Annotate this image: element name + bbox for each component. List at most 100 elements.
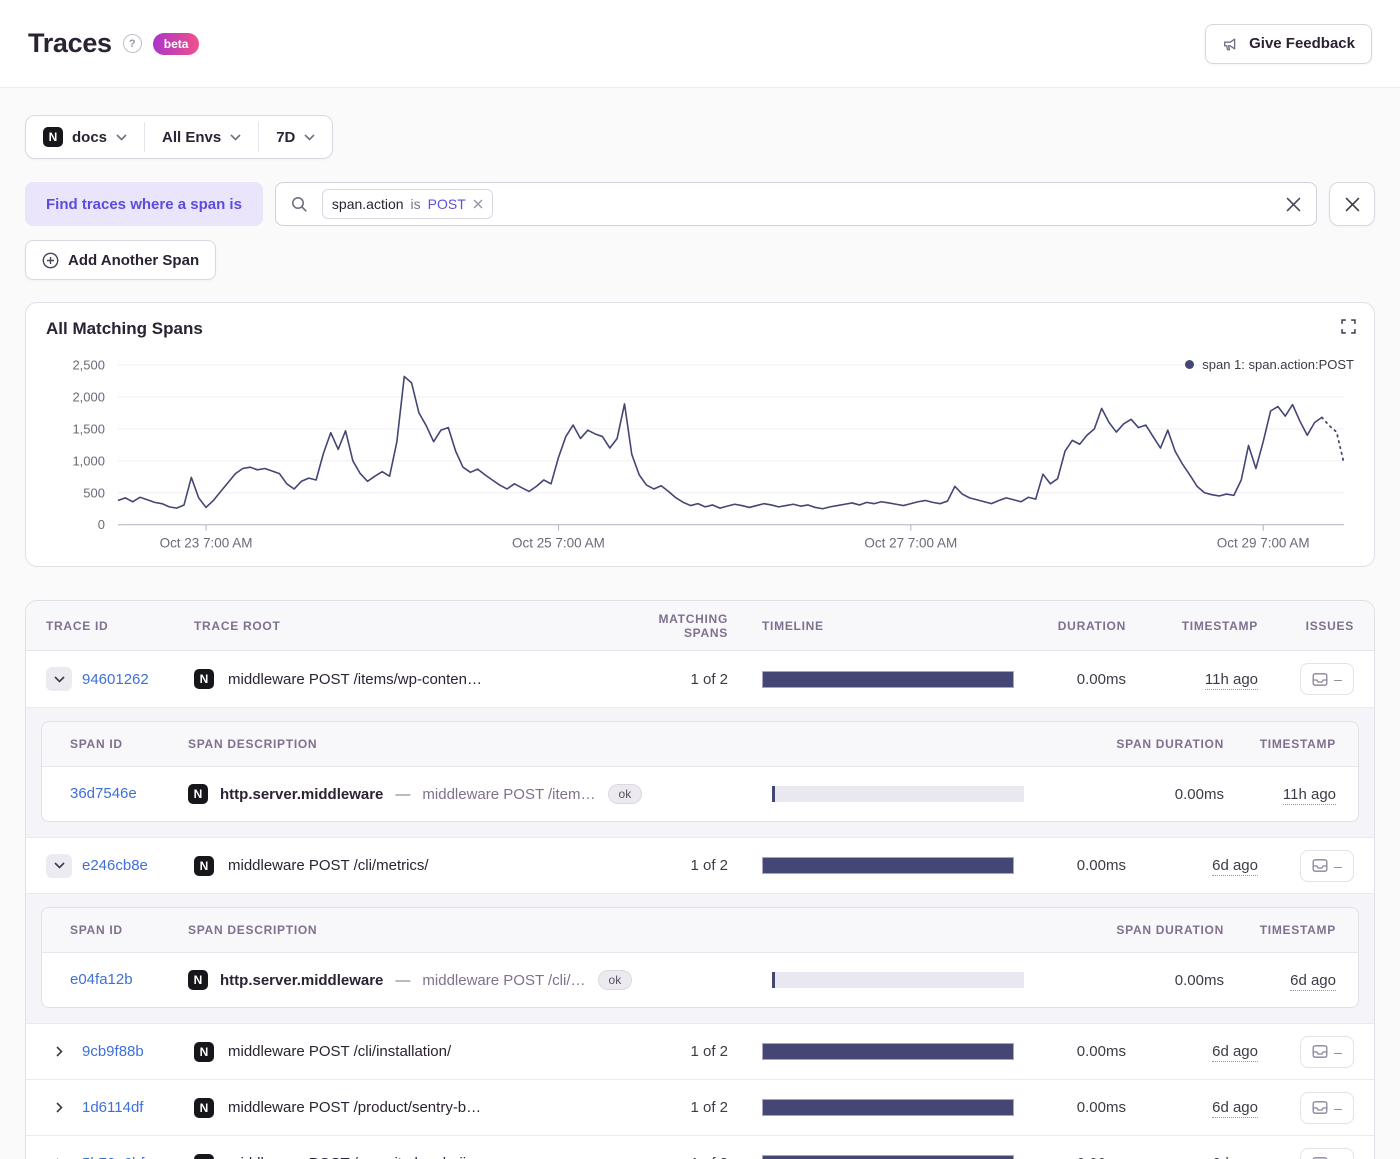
span-timeline-bar [772, 786, 1024, 802]
remove-token-icon[interactable] [473, 199, 483, 209]
spans-line-chart[interactable]: 0 500 1,000 1,500 2,000 2,500 Oct 23 7:00 AM Oc… [46, 351, 1354, 557]
search-token[interactable]: span.action is POST [321, 189, 493, 219]
remove-span-condition-button[interactable] [1329, 182, 1375, 226]
help-icon[interactable]: ? [122, 34, 142, 53]
trace-timeline-bar [762, 1099, 1014, 1116]
span-timestamp-value[interactable]: 11h ago [1282, 785, 1336, 805]
trace-timestamp-value[interactable]: 6d ago [1212, 1043, 1258, 1062]
trace-row: 94601262 N middleware POST /items/wp-con… [26, 651, 1374, 707]
trace-id-link[interactable]: e246cb8e [82, 857, 148, 874]
span-table: SPAN ID SPAN DESCRIPTION SPAN DURATION T… [41, 907, 1359, 1008]
trace-duration-value: 0.00ms [1076, 857, 1126, 874]
trace-root-label: middleware POST /cli/installation/ [228, 1043, 452, 1060]
trace-id-link[interactable]: 5b72a6bf [82, 1155, 145, 1159]
span-id-link[interactable]: 36d7546e [70, 785, 137, 802]
trace-duration-value: 0.00ms [1076, 1043, 1126, 1060]
span-query-row: Find traces where a span is span.action … [25, 182, 1375, 226]
nextjs-project-icon: N [194, 855, 214, 876]
expand-toggle[interactable] [46, 853, 72, 878]
nextjs-project-icon: N [43, 127, 63, 147]
issues-button[interactable]: – [1300, 1091, 1354, 1124]
span-search-input[interactable]: span.action is POST [274, 182, 1317, 226]
page-title: Traces [28, 28, 112, 58]
trace-id-link[interactable]: 94601262 [82, 671, 149, 688]
nextjs-project-icon: N [188, 970, 208, 990]
beta-badge: beta [152, 32, 200, 55]
span-table-rows: 36d7546e N http.server.middleware — midd… [42, 767, 1358, 821]
chevron-down-icon [116, 133, 127, 141]
span-col-header: SPAN DESCRIPTION [188, 737, 318, 751]
clear-search-button[interactable] [1286, 197, 1301, 212]
nextjs-project-icon: N [194, 669, 214, 689]
trace-table: TRACE ID TRACE ROOT MATCHING SPANS TIMEL… [25, 600, 1375, 1159]
issues-button[interactable]: – [1300, 1147, 1354, 1159]
col-header-trace-id: TRACE ID [46, 618, 109, 633]
span-table-header: SPAN ID SPAN DESCRIPTION SPAN DURATION T… [42, 722, 1358, 767]
matching-spans-chart-panel: All Matching Spans span 1: span.action:P… [25, 302, 1375, 567]
expand-toggle[interactable] [46, 1152, 72, 1159]
search-token-operator: is [410, 196, 421, 212]
trace-timestamp-value[interactable]: 6d ago [1212, 1099, 1258, 1118]
svg-text:Oct 25 7:00 AM: Oct 25 7:00 AM [512, 536, 605, 551]
time-period-selector[interactable]: 7D [259, 116, 332, 158]
trace-row: 5b72a6bf N middleware POST /security-leg… [26, 1135, 1374, 1159]
search-icon [291, 196, 308, 213]
span-id-link[interactable]: e04fa12b [70, 971, 133, 988]
span-timestamp-value[interactable]: 6d ago [1290, 971, 1336, 991]
trace-timestamp-value[interactable]: 11h ago [1204, 670, 1258, 690]
trace-id-link[interactable]: 9cb9f88b [82, 1043, 144, 1060]
span-col-header: TIMESTAMP [1259, 923, 1336, 937]
expand-toggle[interactable] [46, 667, 72, 691]
project-selector[interactable]: N docs [26, 116, 144, 158]
span-desc-label: middleware POST /cli/… [422, 971, 586, 989]
add-another-span-label: Add Another Span [68, 251, 200, 269]
col-header-duration: DURATION [1057, 618, 1126, 633]
issues-tray-icon [1312, 1045, 1328, 1058]
filter-bar: N docs All Envs 7D [25, 115, 334, 159]
find-traces-label: Find traces where a span is [25, 182, 263, 226]
issues-button[interactable]: – [1300, 1035, 1354, 1068]
expand-toggle[interactable] [46, 1040, 72, 1064]
trace-timeline-bar [762, 1043, 1014, 1060]
trace-timeline-bar [762, 670, 1014, 688]
matching-spans-count: 1 of 2 [690, 857, 728, 874]
trace-duration-value: 0.00ms [1076, 1099, 1126, 1116]
issues-empty-dash: – [1334, 1156, 1342, 1159]
svg-text:1,000: 1,000 [72, 453, 104, 468]
legend-label: span 1: span.action:POST [1202, 357, 1354, 372]
span-timeline-bar [772, 972, 1024, 988]
chevron-icon [55, 1046, 63, 1057]
issues-empty-dash: – [1334, 1099, 1342, 1116]
trace-table-header: TRACE ID TRACE ROOT MATCHING SPANS TIMEL… [26, 601, 1374, 651]
trace-id-link[interactable]: 1d6114df [82, 1099, 143, 1116]
trace-duration-value: 0.00ms [1014, 1155, 1126, 1159]
trace-timeline-bar [762, 1155, 1014, 1159]
chevron-down-icon [304, 133, 315, 141]
chart-legend-item[interactable]: span 1: span.action:POST [1185, 357, 1354, 372]
span-row: e04fa12b N http.server.middleware — midd… [42, 953, 1358, 1007]
nextjs-project-icon: N [194, 1041, 214, 1062]
issues-button[interactable]: – [1300, 663, 1354, 695]
svg-text:2,500: 2,500 [72, 357, 104, 372]
trace-row: 9cb9f88b N middleware POST /cli/installa… [26, 1023, 1374, 1079]
col-header-trace-root: TRACE ROOT [194, 618, 281, 633]
matching-spans-count: 1 of 2 [690, 1043, 728, 1060]
trace-timeline-bar [762, 857, 1014, 874]
project-selector-label: docs [72, 128, 108, 146]
trace-timestamp-value[interactable]: 6d ago [1212, 857, 1258, 876]
issues-button[interactable]: – [1300, 849, 1354, 882]
add-another-span-button[interactable]: Add Another Span [25, 240, 217, 280]
environment-selector[interactable]: All Envs [145, 116, 258, 158]
issues-tray-icon [1312, 1101, 1328, 1114]
trace-table-body: 94601262 N middleware POST /items/wp-con… [26, 651, 1374, 1159]
span-table-rows: e04fa12b N http.server.middleware — midd… [42, 953, 1358, 1007]
span-desc-label: middleware POST /item… [422, 785, 596, 803]
give-feedback-button[interactable]: Give Feedback [1205, 23, 1372, 64]
fullscreen-icon[interactable] [1341, 319, 1356, 334]
trace-duration-value: 0.00ms [1076, 670, 1126, 688]
expand-toggle[interactable] [46, 1096, 72, 1120]
svg-text:0: 0 [98, 517, 105, 532]
svg-text:1,500: 1,500 [72, 421, 104, 436]
span-duration-value: 0.00ms [1174, 971, 1224, 989]
trace-timestamp-value[interactable]: 6d ago [1212, 1155, 1258, 1159]
